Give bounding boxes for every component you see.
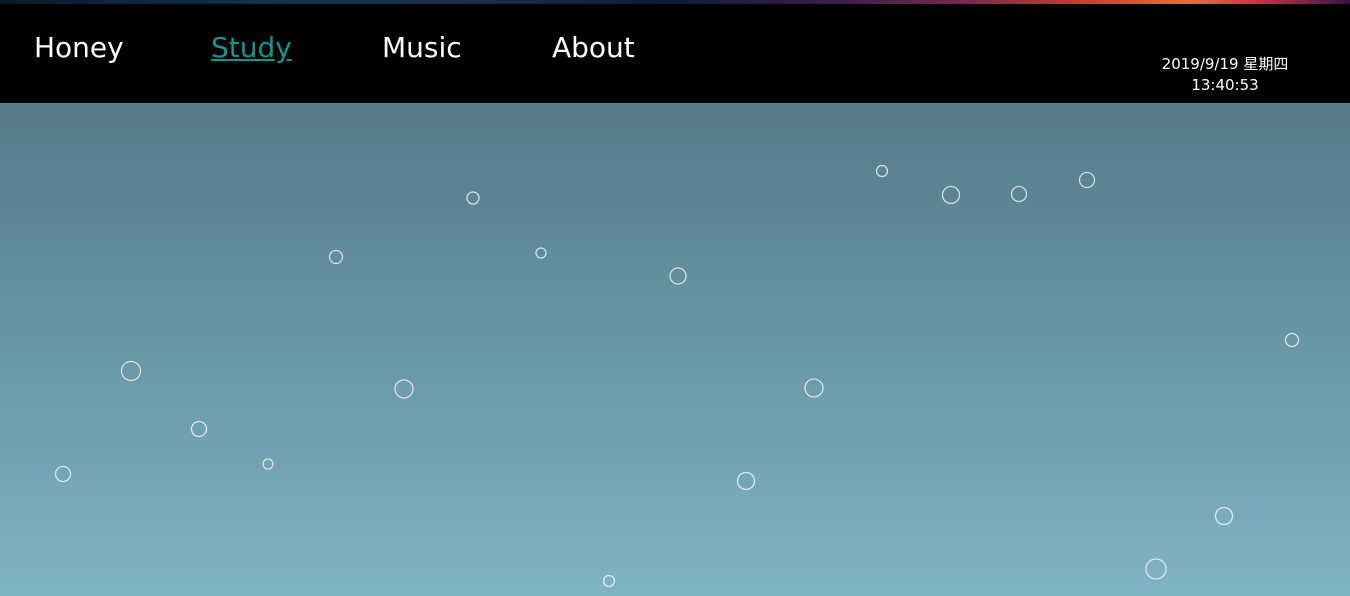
- bubble: [120, 360, 142, 382]
- bubble: [466, 191, 480, 205]
- bubble: [602, 574, 616, 588]
- clock-date: 2019/9/19 星期四: [1161, 55, 1289, 73]
- clock-time: 13:40:53: [1191, 76, 1259, 94]
- bubble: [394, 379, 414, 399]
- nav-link-study[interactable]: Study: [211, 31, 292, 65]
- bubble: [54, 465, 72, 483]
- bubble: [1145, 558, 1167, 580]
- bubble: [736, 471, 756, 491]
- nav-link-honey[interactable]: Honey: [34, 31, 124, 65]
- datetime-clock: 2019/9/19 星期四 13:40:53: [1140, 54, 1310, 96]
- bubble: [875, 164, 889, 178]
- bubble: [804, 378, 824, 398]
- bubble: [941, 185, 961, 205]
- bubble: [535, 247, 547, 259]
- bubble: [669, 267, 687, 285]
- animated-bubble-background: [0, 103, 1350, 596]
- bubble: [1214, 506, 1234, 526]
- bubble: [1284, 332, 1300, 348]
- bubble: [328, 249, 344, 265]
- bubble: [1078, 171, 1096, 189]
- bubbles-layer: [54, 164, 1300, 588]
- page: Honey Study Music About 2019/9/19 星期四 13…: [0, 0, 1350, 596]
- bubble: [262, 458, 274, 470]
- bubble: [1010, 185, 1028, 203]
- nav-link-about[interactable]: About: [552, 31, 635, 65]
- bubble: [190, 420, 208, 438]
- nav-link-music[interactable]: Music: [382, 31, 462, 65]
- navbar: Honey Study Music About 2019/9/19 星期四 13…: [0, 4, 1350, 103]
